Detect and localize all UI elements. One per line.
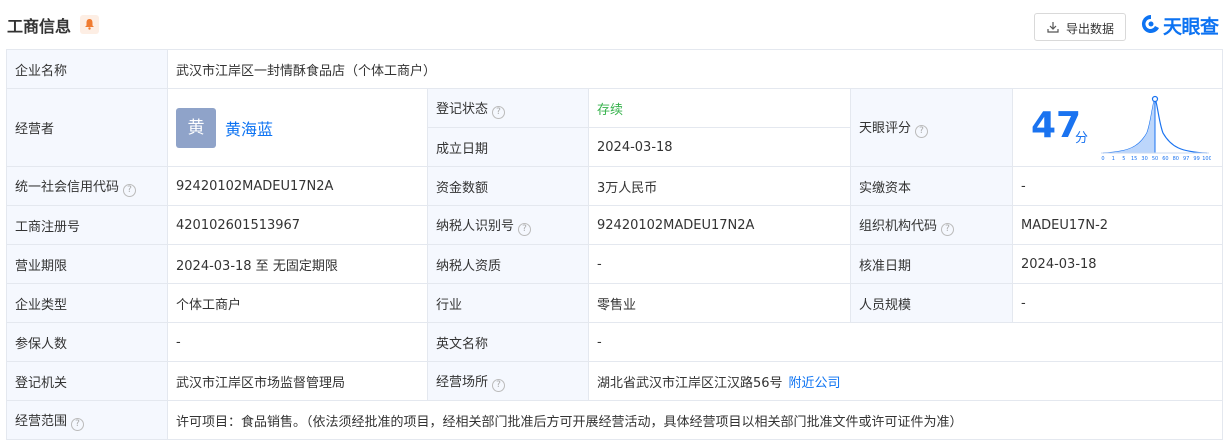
nearby-companies-link[interactable]: 附近公司 [789,376,841,391]
score-axis-tick: 97 [1183,156,1189,162]
industry-value: 零售业 [588,283,851,323]
company-type-value: 个体工商户 [167,283,428,323]
address-cell: 湖北省武汉市江岸区江汉路56号 附近公司 [587,361,1224,401]
taxpayer-qual-value: - [588,244,851,284]
bell-icon[interactable] [80,15,99,34]
section-title: 工商信息 [7,17,72,36]
help-icon[interactable]: ? [941,222,955,236]
taxpayer-id-label-cell: 纳税人识别号? [427,205,589,245]
term-label: 营业期限 [6,244,168,284]
score-axis-tick: 60 [1162,156,1168,162]
authority-value: 武汉市江岸区市场监督管理局 [167,361,428,401]
scope-label-cell: 经营范围? [6,400,168,440]
english-name-label: 英文名称 [427,322,589,362]
taxpayer-id-value: 92420102MADEU17N2A [588,205,851,245]
address-value: 湖北省武汉市江岸区江汉路56号 [597,375,783,391]
table-row: 经营者 黄黄海蓝 登记状态? 存续 天眼评分? 47 分 0 1 5 15 30 50 60… [6,88,1224,167]
export-icon [1047,22,1059,33]
established-label: 成立日期 [427,127,589,167]
table-row: 登记机关 武汉市江岸区市场监督管理局 经营场所? 湖北省武汉市江岸区江汉路56号… [6,361,1224,401]
reg-status-value: 存续 [588,88,851,128]
operator-name-link[interactable]: 黄海蓝 [225,120,273,139]
insured-label: 参保人数 [6,322,168,362]
scope-value: 许可项目：食品销售。（依法须经批准的项目，经相关部门批准后方可开展经营活动，具体… [166,400,1224,440]
avatar[interactable]: 黄 [176,107,216,148]
score-unit: 分 [1075,131,1089,146]
reg-status-label-cell: 登记状态? [427,88,589,128]
table-row: 企业名称 武汉市江岸区一封情酥食品店（个体工商户） [6,49,1224,89]
insured-value: - [167,322,428,362]
credit-code-label-cell: 统一社会信用代码? [6,166,168,206]
term-value: 2024-03-18 至 无固定期限 [167,244,428,284]
reg-status-label: 登记状态 [436,101,489,117]
table-row: 营业期限 2024-03-18 至 无固定期限 纳税人资质 - 核准日期 202… [6,244,1224,284]
authority-label: 登记机关 [6,361,168,401]
score-axis-tick: 0 [1101,156,1104,162]
credit-code-label: 统一社会信用代码 [15,179,120,195]
score-axis-tick: 80 [1173,156,1179,162]
logo-text: 天眼查 [1163,16,1219,38]
help-icon[interactable]: ? [71,417,85,431]
score-axis-tick: 15 [1131,156,1137,162]
score-axis-tick: 1 [1112,156,1115,162]
company-name-value: 武汉市江岸区一封情酥食品店（个体工商户） [166,49,1224,89]
business-info-table: 企业名称 武汉市江岸区一封情酥食品店（个体工商户） 经营者 黄黄海蓝 登记状态?… [6,49,1224,440]
help-icon[interactable]: ? [518,222,532,236]
staff-size-value: - [1011,283,1224,323]
table-row: 参保人数 - 英文名称 - [6,322,1224,362]
approval-date-value: 2024-03-18 [1011,244,1224,284]
table-row: 统一社会信用代码? 92420102MADEU17N2A 资金数额 3万人民币 … [6,166,1224,206]
approval-date-label: 核准日期 [850,244,1013,284]
tianyancha-logo-icon [1141,14,1159,33]
paid-capital-value: - [1011,166,1224,206]
score-axis-tick: 30 [1141,156,1147,162]
org-code-value: MADEU17N-2 [1011,205,1224,245]
score-distribution-chart: 0 1 5 15 30 50 60 80 97 99 100 [1101,95,1211,162]
paid-capital-label: 实缴资本 [850,166,1013,206]
score-value: 47 [1031,105,1082,146]
operator-cell: 黄黄海蓝 [167,88,428,167]
industry-label: 行业 [427,283,589,323]
operator-label: 经营者 [6,88,168,167]
help-icon[interactable]: ? [492,378,506,392]
score-axis-tick: 5 [1122,156,1125,162]
table-row: 工商注册号 420102601513967 纳税人识别号? 92420102MA… [6,205,1224,245]
staff-size-label: 人员规模 [850,283,1013,323]
credit-code-value: 92420102MADEU17N2A [167,166,428,206]
english-name-value: - [587,322,1224,362]
org-code-label: 组织机构代码 [859,218,938,234]
score-axis-tick: 100 [1202,156,1211,162]
export-data-button[interactable]: 导出数据 [1034,13,1126,41]
company-name-label: 企业名称 [6,49,168,89]
export-label: 导出数据 [1066,22,1115,36]
score-cell[interactable]: 47 分 0 1 5 15 30 50 60 80 97 99 100 [1011,88,1224,167]
reg-no-value: 420102601513967 [167,205,428,245]
help-icon[interactable]: ? [123,183,137,197]
score-axis-tick: 50 [1152,156,1158,162]
scope-label: 经营范围 [15,413,68,429]
header: 工商信息 导出数据 天眼查 [0,0,1231,48]
org-code-label-cell: 组织机构代码? [850,205,1013,245]
address-label-cell: 经营场所? [427,361,589,401]
taxpayer-qual-label: 纳税人资质 [427,244,589,284]
capital-label: 资金数额 [427,166,589,206]
score-label-cell: 天眼评分? [850,88,1013,167]
established-value: 2024-03-18 [588,127,851,167]
taxpayer-id-label: 纳税人识别号 [436,218,515,234]
capital-value: 3万人民币 [588,166,851,206]
help-icon[interactable]: ? [915,125,929,138]
table-row: 企业类型 个体工商户 行业 零售业 人员规模 - [6,283,1224,323]
table-row: 经营范围? 许可项目：食品销售。（依法须经批准的项目，经相关部门批准后方可开展经… [6,400,1224,440]
company-type-label: 企业类型 [6,283,168,323]
help-icon[interactable]: ? [492,105,506,119]
address-label: 经营场所 [436,374,489,390]
reg-no-label: 工商注册号 [6,205,168,245]
score-label: 天眼评分 [859,121,912,136]
score-axis-tick: 99 [1193,156,1199,162]
